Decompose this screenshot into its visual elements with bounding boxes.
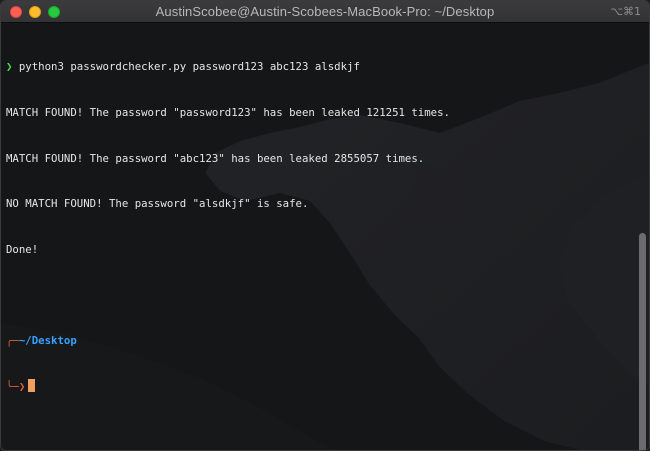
vertical-scrollbar[interactable] xyxy=(639,233,646,450)
window-title: AustinScobee@Austin-Scobees-MacBook-Pro:… xyxy=(155,4,495,19)
output-line: MATCH FOUND! The password "abc123" has b… xyxy=(6,151,425,165)
prompt-input-line[interactable]: ╰─❯ xyxy=(6,378,629,394)
command-text: python3 passwordchecker.py password123 a… xyxy=(18,60,360,74)
command-line: ❯ python3 passwordchecker.py password123… xyxy=(6,59,629,74)
prompt-caret: ❯ xyxy=(18,379,26,393)
output-line: Done! xyxy=(6,242,39,256)
text-cursor xyxy=(28,378,36,392)
prompt-corner-top: ╭─ xyxy=(6,333,19,347)
output-line: MATCH FOUND! The password "password123" … xyxy=(6,106,450,119)
window-shortcut-label: ⌥⌘1 xyxy=(610,5,641,18)
prompt-path-line: ╭─~/Desktop xyxy=(6,333,629,348)
prompt-corner-bottom: ╰─ xyxy=(6,379,19,393)
terminal-text[interactable]: ❯ python3 passwordchecker.py password123… xyxy=(6,29,629,424)
title-bar[interactable]: AustinScobee@Austin-Scobees-MacBook-Pro:… xyxy=(1,1,649,23)
current-directory: ~/Desktop xyxy=(18,333,77,347)
output-line: NO MATCH FOUND! The password "alsdkjf" i… xyxy=(6,197,309,211)
terminal-window: AustinScobee@Austin-Scobees-MacBook-Pro:… xyxy=(0,0,650,451)
terminal-content[interactable]: ❯ python3 passwordchecker.py password123… xyxy=(1,23,649,450)
prompt-symbol: ❯ xyxy=(6,60,13,74)
